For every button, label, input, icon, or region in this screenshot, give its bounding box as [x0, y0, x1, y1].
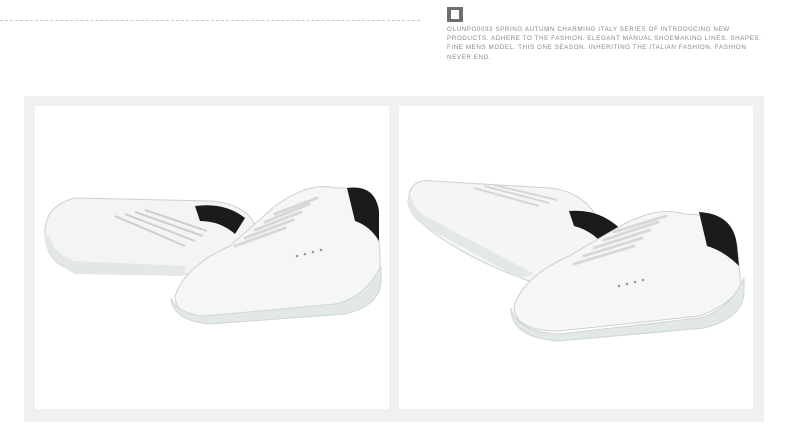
product-photo-right	[399, 106, 753, 409]
product-description: OLUNPO0033 SPRING AUTUMN CHARMING ITALY …	[447, 26, 762, 61]
logo-mark-icon	[447, 7, 463, 22]
header-divider	[0, 20, 420, 21]
sneaker-pair-photo-left	[44, 185, 382, 325]
sneaker-pair-photo-right	[407, 180, 745, 342]
product-photo-left	[35, 106, 389, 409]
